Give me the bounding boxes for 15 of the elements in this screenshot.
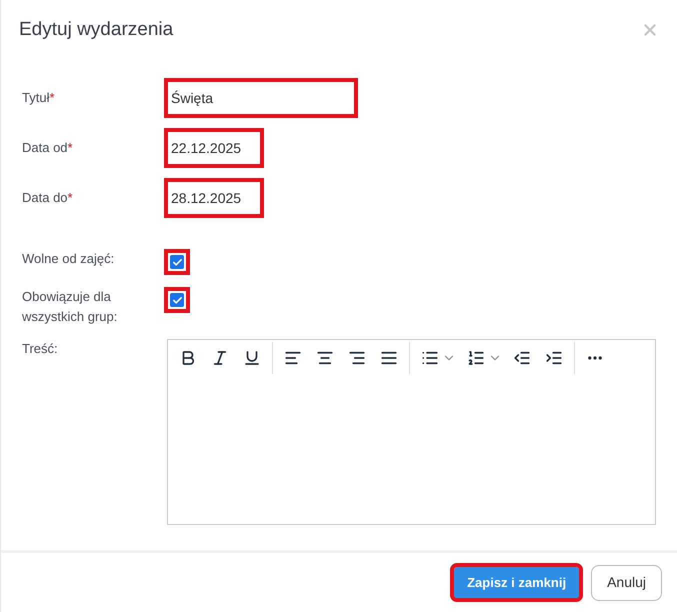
input-field[interactable]: 22.12.2025 [168,132,260,164]
check-icon [172,256,182,268]
field-label: Tytuł* [22,89,56,108]
field-label: Data od* [22,139,74,158]
dialog-title: Edytuj wydarzenia [19,18,174,42]
checkbox[interactable] [170,293,184,307]
field-label: Data do* [22,189,74,208]
input-field[interactable]: Święta [168,82,354,114]
input-field[interactable]: 28.12.2025 [168,182,260,214]
check-icon [172,294,182,306]
checkbox-label: Obowiązuje dla wszystkich grup: [22,288,118,326]
checkbox-label: Wolne od zajęć: [22,250,116,268]
checkbox[interactable] [170,255,184,269]
editor-label: Treść: [22,340,59,358]
cancel-button[interactable]: Anuluj [591,564,662,600]
